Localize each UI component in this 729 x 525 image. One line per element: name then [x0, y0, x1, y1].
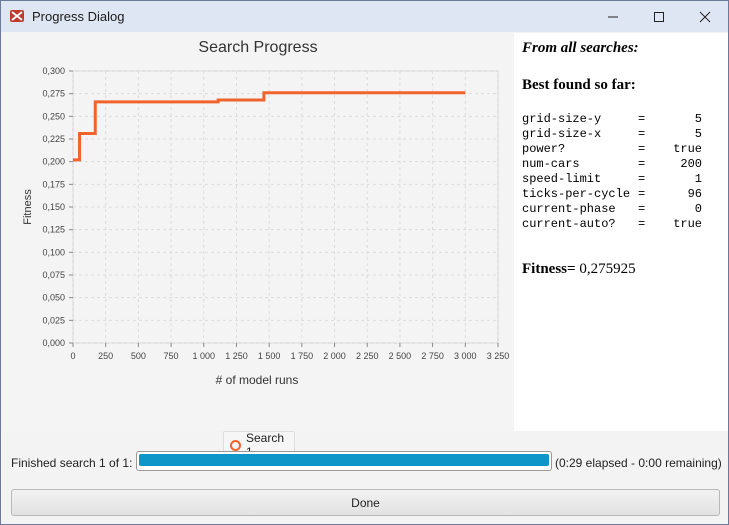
- param-value: 96: [687, 187, 702, 201]
- x-tick-label: 2 500: [389, 351, 412, 361]
- window-title: Progress Dialog: [32, 9, 125, 24]
- param-row: current-auto? = true: [522, 217, 702, 232]
- param-equals: =: [638, 217, 646, 231]
- param-value: 1: [694, 172, 702, 186]
- param-name: num-cars: [522, 157, 580, 171]
- param-row: power? = true: [522, 142, 702, 157]
- y-tick-label: 0,000: [42, 338, 65, 348]
- y-tick-label: 0,025: [42, 315, 65, 325]
- param-equals: =: [638, 127, 646, 141]
- param-name: grid-size-x: [522, 127, 602, 141]
- param-equals: =: [638, 172, 646, 186]
- title-bar[interactable]: Progress Dialog: [1, 1, 728, 32]
- param-row: grid-size-x = 5: [522, 127, 702, 142]
- param-name: current-auto?: [522, 217, 616, 231]
- netlogo-icon: [10, 10, 24, 22]
- progress-fill: [139, 454, 549, 466]
- fitness-line: Fitness= 0,275925: [522, 261, 636, 278]
- x-tick-label: 3 000: [454, 351, 477, 361]
- x-tick-label: 2 750: [421, 351, 444, 361]
- y-tick-label: 0,150: [42, 202, 65, 212]
- x-tick-label: 500: [131, 351, 146, 361]
- param-equals: =: [638, 112, 646, 126]
- x-tick-label: 2 000: [323, 351, 346, 361]
- x-tick-label: 3 250: [487, 351, 510, 361]
- x-tick-label: 1 000: [193, 351, 216, 361]
- close-icon: [699, 11, 711, 22]
- x-tick-label: 2 250: [356, 351, 379, 361]
- legend-marker-icon: [230, 439, 241, 451]
- y-tick-label: 0,200: [42, 157, 65, 167]
- minimize-icon: [608, 16, 618, 17]
- param-equals: =: [638, 202, 646, 216]
- param-equals: =: [638, 157, 646, 171]
- x-axis-label: # of model runs: [216, 373, 299, 387]
- y-tick-label: 0,075: [42, 270, 65, 280]
- status-label: Finished search 1 of 1:: [11, 456, 133, 470]
- param-equals: =: [638, 142, 646, 156]
- maximize-button[interactable]: [636, 1, 682, 32]
- y-tick-label: 0,100: [42, 247, 65, 257]
- fitness-label: Fitness=: [522, 261, 576, 277]
- y-tick-label: 0,050: [42, 293, 65, 303]
- y-tick-label: 0,300: [42, 66, 65, 76]
- param-row: num-cars = 200: [522, 157, 702, 172]
- x-tick-label: 1 250: [225, 351, 248, 361]
- param-value: 0: [694, 202, 702, 216]
- info-subheading: Best found so far:: [522, 77, 636, 93]
- param-name: ticks-per-cycle: [522, 187, 631, 201]
- param-value: 5: [694, 112, 702, 126]
- minimize-button[interactable]: [590, 1, 636, 32]
- param-name: speed-limit: [522, 172, 602, 186]
- done-button[interactable]: Done: [11, 489, 720, 516]
- param-name: power?: [522, 142, 566, 156]
- info-heading: From all searches:: [522, 40, 639, 56]
- param-row: speed-limit = 1: [522, 172, 702, 187]
- x-tick-label: 0: [70, 351, 75, 361]
- x-tick-label: 1 750: [291, 351, 314, 361]
- param-row: grid-size-y = 5: [522, 112, 702, 127]
- progress-dialog-window: Progress Dialog Search Progress 0 250 500 7…: [0, 0, 729, 525]
- param-name: grid-size-y: [522, 112, 602, 126]
- time-status: (0:29 elapsed - 0:00 remaining): [555, 456, 722, 470]
- param-row: current-phase = 0: [522, 202, 702, 217]
- param-equals: =: [638, 187, 646, 201]
- y-tick-label: 0,250: [42, 111, 65, 121]
- y-tick-label: 0,275: [42, 89, 65, 99]
- param-name: current-phase: [522, 202, 616, 216]
- info-panel: From all searches: Best found so far: gr…: [514, 33, 728, 431]
- param-value: true: [673, 217, 702, 231]
- param-value: 5: [694, 127, 702, 141]
- y-tick-label: 0,225: [42, 134, 65, 144]
- y-tick-label: 0,125: [42, 225, 65, 235]
- x-tick-label: 750: [164, 351, 179, 361]
- x-tick-label: 250: [98, 351, 113, 361]
- y-tick-label: 0,175: [42, 179, 65, 189]
- progress-bar: [136, 451, 552, 471]
- x-tick-label: 1 500: [258, 351, 281, 361]
- param-value: true: [673, 142, 702, 156]
- chart-panel: Search Progress 0 250 500 750 1 000 1 250 1 50…: [3, 33, 513, 459]
- fitness-chart: 0 250 500 750 1 000 1 250 1 500 1 750 2 000 2 250…: [22, 66, 510, 387]
- param-row: ticks-per-cycle = 96: [522, 187, 702, 202]
- param-value: 200: [680, 157, 702, 171]
- y-axis-label: Fitness: [22, 189, 34, 225]
- close-button[interactable]: [682, 1, 728, 32]
- fitness-value: 0,275925: [579, 261, 636, 277]
- maximize-icon: [654, 11, 664, 22]
